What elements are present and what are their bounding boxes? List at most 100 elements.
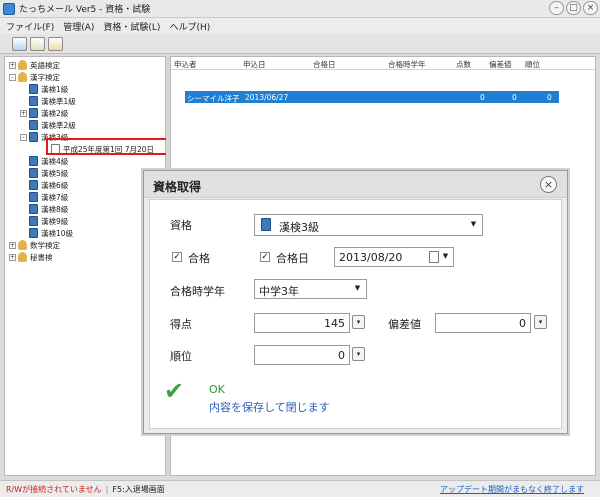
form-icon[interactable] bbox=[30, 36, 45, 51]
expand-icon[interactable]: + bbox=[20, 109, 27, 117]
ok-button[interactable]: OK bbox=[209, 383, 225, 396]
expand-icon[interactable]: + bbox=[9, 241, 16, 249]
tree-item-label: 秘書検 bbox=[30, 252, 53, 262]
tree-item-label: 漢検準2級 bbox=[41, 120, 76, 130]
update-link[interactable]: アップデート期間がまもなく終了します bbox=[440, 484, 584, 495]
window-controls: – □ × bbox=[549, 1, 598, 15]
tree-item-kanken-5[interactable]: 漢検5級 bbox=[29, 167, 68, 179]
tools-icon[interactable] bbox=[48, 36, 63, 51]
book-icon bbox=[29, 180, 38, 190]
maximize-button[interactable]: □ bbox=[566, 1, 581, 15]
collapse-icon[interactable]: - bbox=[9, 73, 16, 81]
tree-item-label: 数学検定 bbox=[30, 240, 60, 250]
tree-item-english[interactable]: + 英語検定 bbox=[9, 59, 60, 71]
book-icon bbox=[29, 216, 38, 226]
calendar-icon[interactable] bbox=[429, 251, 439, 263]
window-title: たっちメール Ver5 - 資格・試験 bbox=[19, 5, 151, 15]
deviation-value: 0 bbox=[519, 317, 526, 330]
grade-select[interactable]: 中学3年 ▼ bbox=[254, 279, 367, 299]
score-value: 145 bbox=[324, 317, 345, 330]
cell-score: 0 bbox=[480, 93, 485, 102]
column-header[interactable]: 合格日 bbox=[313, 59, 336, 70]
pass-date-checkbox[interactable]: ✓ bbox=[260, 252, 270, 262]
book-icon bbox=[29, 192, 38, 202]
score-spin-button[interactable]: ▾ bbox=[352, 315, 365, 329]
column-header[interactable]: 申込者 bbox=[174, 59, 197, 70]
table-row[interactable]: シーマイル洋子 2013/06/27 0 0 0 bbox=[185, 91, 559, 103]
column-header[interactable]: 合格時学年 bbox=[388, 59, 426, 70]
qualification-select[interactable]: 漢検3級 ▼ bbox=[254, 214, 483, 236]
collapse-icon[interactable]: - bbox=[20, 133, 27, 141]
close-button[interactable]: × bbox=[583, 1, 598, 15]
pass-date-value: 2013/08/20 bbox=[339, 251, 403, 264]
tree-item-kanji[interactable]: - 漢字検定 bbox=[9, 71, 60, 83]
list-view-icon[interactable] bbox=[12, 36, 27, 51]
tree-item-kanken-pre2[interactable]: 漢検準2級 bbox=[29, 119, 76, 131]
tree-item-label: 漢検2級 bbox=[41, 108, 69, 118]
rank-spin-button[interactable]: ▾ bbox=[352, 347, 365, 361]
cell-deviation: 0 bbox=[512, 93, 517, 102]
column-header[interactable]: 偏差値 bbox=[489, 59, 512, 70]
app-icon bbox=[3, 2, 15, 15]
tree-item-label: 漢検5級 bbox=[41, 168, 69, 178]
book-icon bbox=[29, 156, 38, 166]
column-header[interactable]: 申込日 bbox=[243, 59, 266, 70]
tree-item-label: 漢検4級 bbox=[41, 156, 69, 166]
book-icon bbox=[29, 228, 38, 238]
tree-item-label: 漢検8級 bbox=[41, 204, 69, 214]
tree-item-kanken-9[interactable]: 漢検9級 bbox=[29, 215, 68, 227]
menu-manage[interactable]: 管理(A) bbox=[63, 20, 94, 33]
expand-icon[interactable]: + bbox=[9, 61, 16, 69]
toolbar bbox=[0, 34, 600, 54]
tree-item-math[interactable]: + 数学検定 bbox=[9, 239, 60, 251]
tree-item-secretary[interactable]: + 秘書検 bbox=[9, 251, 53, 263]
minimize-button[interactable]: – bbox=[549, 1, 564, 15]
rank-input[interactable]: 0 bbox=[254, 345, 350, 365]
tree-item-kanken-2[interactable]: + 漢検2級 bbox=[20, 107, 68, 119]
expand-icon[interactable]: + bbox=[9, 253, 16, 261]
deviation-input[interactable]: 0 bbox=[435, 313, 531, 333]
qualification-tree[interactable]: + 英語検定 - 漢字検定 漢検1級 漢検準1級 + 漢検2級 漢検準2級 - … bbox=[4, 56, 172, 476]
tree-item-kanken-pre1[interactable]: 漢検準1級 bbox=[29, 95, 76, 107]
qualification-value: 漢検3級 bbox=[279, 221, 319, 234]
tree-item-kanken-10[interactable]: 漢検10級 bbox=[29, 227, 73, 239]
selection-highlight bbox=[46, 138, 172, 155]
tree-item-kanken-4[interactable]: 漢検4級 bbox=[29, 155, 68, 167]
column-header[interactable]: 順位 bbox=[525, 59, 540, 70]
tree-item-kanken-1[interactable]: 漢検1級 bbox=[29, 83, 68, 95]
tree-item-kanken-8[interactable]: 漢検8級 bbox=[29, 203, 68, 215]
book-icon bbox=[29, 96, 38, 106]
pass-date-label: 合格日 bbox=[276, 252, 309, 265]
person-icon bbox=[18, 72, 27, 82]
tree-item-kanken-6[interactable]: 漢検6級 bbox=[29, 179, 68, 191]
chevron-down-icon[interactable]: ▼ bbox=[439, 250, 452, 264]
book-icon bbox=[29, 84, 38, 94]
menu-help[interactable]: ヘルプ(H) bbox=[169, 20, 210, 33]
grade-label: 合格時学年 bbox=[170, 285, 225, 298]
tree-item-label: 漢検6級 bbox=[41, 180, 69, 190]
chevron-down-icon[interactable]: ▼ bbox=[351, 282, 364, 296]
tree-item-label: 英語検定 bbox=[30, 60, 60, 70]
tree-item-kanken-7[interactable]: 漢検7級 bbox=[29, 191, 68, 203]
book-icon bbox=[29, 132, 38, 142]
book-icon bbox=[29, 120, 38, 130]
score-input[interactable]: 145 bbox=[254, 313, 350, 333]
grid-header: 申込者 申込日 合格日 合格時学年 点数 偏差値 順位 bbox=[171, 57, 595, 70]
title-bar: たっちメール Ver5 - 資格・試験 – □ × bbox=[0, 0, 600, 18]
dialog-title: 資格取得 bbox=[153, 180, 202, 194]
menu-file[interactable]: ファイル(F) bbox=[6, 20, 54, 33]
menu-qualification[interactable]: 資格・試験(L) bbox=[103, 20, 160, 33]
ok-description[interactable]: 内容を保存して閉じます bbox=[209, 399, 330, 415]
status-bar: R/Wが接続されていません | F5:入退場画面 アップデート期間がまもなく終了… bbox=[0, 480, 600, 497]
shortcut-hint: F5:入退場画面 bbox=[112, 484, 165, 494]
column-header[interactable]: 点数 bbox=[456, 59, 471, 70]
deviation-spin-button[interactable]: ▾ bbox=[534, 315, 547, 329]
book-icon bbox=[29, 168, 38, 178]
chevron-down-icon[interactable]: ▼ bbox=[467, 218, 480, 232]
reader-warning: R/Wが接続されていません bbox=[6, 484, 102, 494]
passed-checkbox[interactable]: ✓ bbox=[172, 252, 182, 262]
checkmark-icon[interactable]: ✔ bbox=[164, 379, 184, 403]
pass-date-field[interactable]: 2013/08/20 ▼ bbox=[334, 247, 454, 267]
close-icon[interactable]: × bbox=[540, 176, 557, 193]
rank-label: 順位 bbox=[170, 350, 192, 363]
